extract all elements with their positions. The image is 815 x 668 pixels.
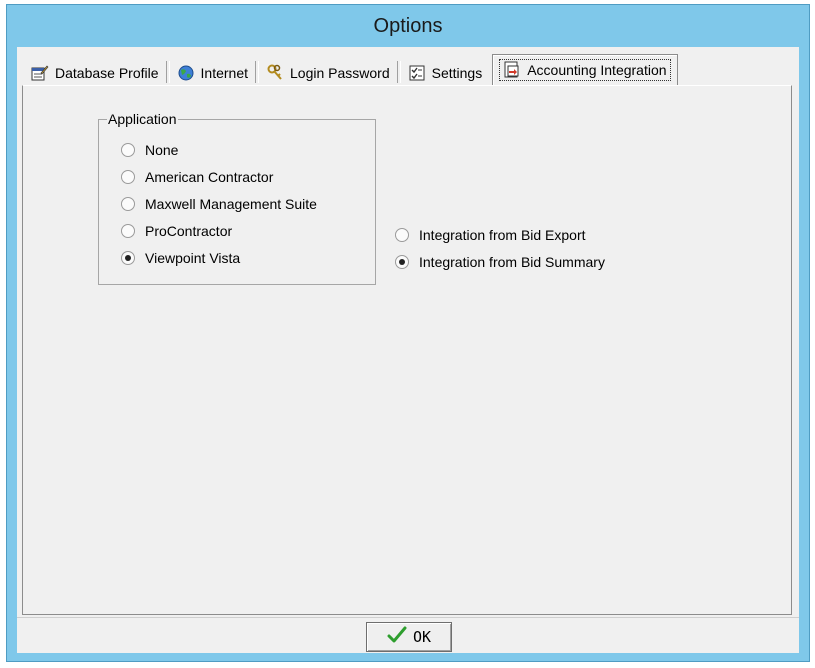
radio-label: American Contractor	[145, 169, 274, 185]
notepad-pencil-icon	[31, 64, 49, 82]
radio-option-none[interactable]: None	[121, 142, 178, 158]
radio-option-viewpoint-vista[interactable]: Viewpoint Vista	[121, 250, 240, 266]
radio-button[interactable]	[121, 224, 135, 238]
radio-button[interactable]	[395, 228, 409, 242]
options-window: Options Database Profile Internet Login …	[6, 4, 810, 662]
tab-focus-outline: Accounting Integration	[499, 59, 671, 81]
dialog-client-area: Database Profile Internet Login Password	[17, 47, 799, 653]
radio-label: Viewpoint Vista	[145, 250, 241, 266]
radio-label: Integration from Bid Export	[419, 227, 586, 243]
tab-strip: Database Profile Internet Login Password	[17, 54, 799, 85]
radio-label: ProContractor	[145, 223, 233, 239]
export-document-icon	[503, 61, 521, 79]
radio-label: Maxwell Management Suite	[145, 196, 317, 212]
globe-icon	[177, 64, 195, 82]
tab-label: Internet	[200, 65, 248, 81]
tab-login-password[interactable]: Login Password	[262, 61, 394, 85]
tab-label: Settings	[431, 65, 483, 81]
tab-label: Login Password	[290, 65, 390, 81]
radio-option-integration-bid-export[interactable]: Integration from Bid Export	[395, 227, 586, 243]
application-legend: Application	[107, 111, 178, 127]
tab-separator	[396, 61, 401, 83]
radio-option-american-contractor[interactable]: American Contractor	[121, 169, 273, 185]
radio-button[interactable]	[121, 143, 135, 157]
radio-button[interactable]	[121, 170, 135, 184]
ok-button[interactable]: OK	[366, 622, 452, 652]
tab-label: Accounting Integration	[527, 62, 667, 78]
keys-icon	[266, 64, 284, 82]
radio-option-integration-bid-summary[interactable]: Integration from Bid Summary	[395, 254, 605, 270]
accounting-integration-panel: Application None American Contractor Max…	[22, 85, 792, 615]
radio-option-procontractor[interactable]: ProContractor	[121, 223, 232, 239]
tab-accounting-integration[interactable]: Accounting Integration	[492, 54, 678, 85]
radio-option-maxwell-management-suite[interactable]: Maxwell Management Suite	[121, 196, 317, 212]
radio-selected-dot	[125, 255, 131, 261]
radio-button[interactable]	[121, 197, 135, 211]
tab-separator	[165, 61, 170, 83]
checklist-icon	[408, 64, 426, 82]
radio-label: Integration from Bid Summary	[419, 254, 605, 270]
radio-selected-dot	[399, 259, 405, 265]
radio-button[interactable]	[121, 251, 135, 265]
dialog-footer: OK	[17, 617, 799, 654]
ok-button-label: OK	[412, 628, 432, 646]
radio-label: None	[145, 142, 179, 158]
radio-button[interactable]	[395, 255, 409, 269]
tab-database-profile[interactable]: Database Profile	[27, 61, 163, 85]
checkmark-icon	[387, 626, 407, 648]
application-groupbox: Application None American Contractor Max…	[98, 111, 376, 285]
tab-separator	[255, 61, 259, 83]
tab-label: Database Profile	[55, 65, 159, 81]
tab-internet[interactable]: Internet	[173, 61, 252, 85]
window-title: Options	[373, 14, 443, 37]
tab-settings[interactable]: Settings	[404, 61, 487, 85]
